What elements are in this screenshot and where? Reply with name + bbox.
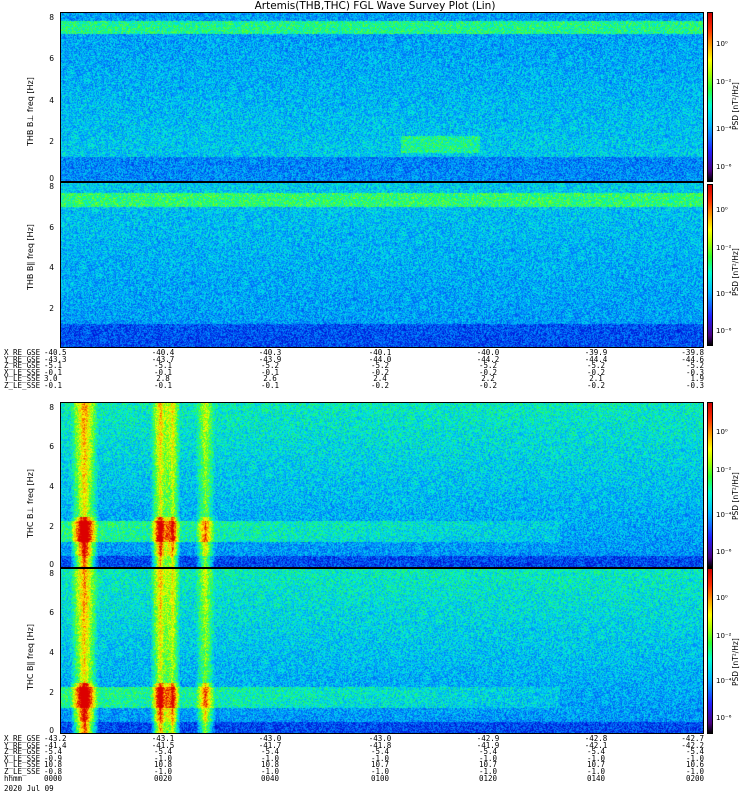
ytick-label: 4 (49, 482, 54, 491)
ytick-label: 0 (49, 560, 54, 569)
ephemeris-row: Z_LE_SSE -0.1 -0.1 -0.1 -0.2 -0.2 -0.2 -0.3 (0, 381, 750, 390)
ephemeris-value: 0120 (478, 773, 498, 783)
ephemeris-value: 0000 (44, 773, 63, 783)
ephemeris-value: 0100 (370, 773, 390, 783)
ytick-label: 2 (49, 304, 54, 313)
ytick-label: 8 (49, 403, 54, 412)
colorbar-tick: 10⁰ (716, 40, 728, 48)
spectrogram-thc-bperp (60, 402, 704, 568)
ytick-label: 2 (49, 688, 54, 697)
colorbar-tick: 10⁻² (716, 244, 732, 252)
colorbar-tick: 10⁻⁴ (716, 290, 732, 298)
y-axis-label: THC B∥ freq [Hz] (26, 624, 35, 690)
colorbar-label: PSD [nT²/Hz] (731, 472, 740, 520)
colorbar-label: PSD [nT²/Hz] (731, 248, 740, 296)
date-label: 2020 Jul 09 (4, 784, 54, 793)
ephemeris-value: -0.2 (370, 381, 390, 390)
ytick-label: 6 (49, 223, 54, 232)
ytick-label: 2 (49, 522, 54, 531)
ephemeris-thc: X_RE_GSE -43.2 -43.1 -43.0 -43.0 -42.9 -42.8 -4… (0, 735, 750, 792)
colorbar-tick: 10⁻² (716, 466, 732, 474)
colorbar (707, 568, 713, 734)
ephemeris-value: -0.3 (685, 381, 704, 390)
colorbar-tick: 10⁻⁴ (716, 677, 732, 685)
colorbar (707, 12, 713, 182)
ytick-label: 4 (49, 648, 54, 657)
y-axis-label: THC B⊥ freq [Hz] (26, 469, 35, 538)
ephemeris-thb: X_RE_GSE -40.5 -40.4 -40.3 -40.1 -40.0 -39.9 -3… (0, 349, 750, 396)
colorbar-tick: 10⁻⁶ (716, 327, 732, 335)
ytick-label: 8 (49, 182, 54, 191)
ephemeris-value: 0040 (260, 773, 280, 783)
ytick-label: 8 (49, 569, 54, 578)
ephemeris-value: -0.2 (478, 381, 498, 390)
colorbar-label: PSD [nT²/Hz] (731, 638, 740, 686)
colorbar-tick: 10⁻⁴ (716, 511, 732, 519)
colorbar-tick: 10⁻⁴ (716, 125, 732, 133)
ephemeris-name: Z_LE_SSE (4, 381, 41, 390)
colorbar-tick: 10⁰ (716, 428, 728, 436)
ephemeris-value: 0020 (153, 773, 173, 783)
ephemeris-value: 0200 (685, 773, 704, 783)
ytick-label: 4 (49, 96, 54, 105)
ephemeris-name: hhmm (4, 773, 23, 783)
y-axis-label: THB B∥ freq [Hz] (26, 224, 35, 290)
colorbar (707, 184, 713, 346)
colorbar-tick: 10⁻² (716, 632, 732, 640)
colorbar-tick: 10⁻⁶ (716, 163, 732, 171)
spectrogram-thb-bperp (60, 12, 704, 182)
ytick-label: 2 (49, 137, 54, 146)
ephemeris-row: hhmm 0000 0020 0040 0100 0120 0140 0200 (0, 773, 750, 783)
page-title: Artemis(THB,THC) FGL Wave Survey Plot (L… (254, 0, 496, 12)
ytick-label: 8 (49, 13, 54, 22)
colorbar-tick: 10⁰ (716, 206, 728, 214)
colorbar-tick: 10⁻² (716, 78, 732, 86)
ephemeris-value: -0.2 (586, 381, 606, 390)
y-axis-label: THB B⊥ freq [Hz] (26, 77, 35, 146)
colorbar-label: PSD [nT²/Hz] (731, 82, 740, 130)
colorbar-tick: 10⁻⁶ (716, 548, 732, 556)
ephemeris-value: -0.1 (44, 381, 63, 390)
ephemeris-value: -0.1 (260, 381, 280, 390)
colorbar-tick: 10⁰ (716, 594, 728, 602)
spectrogram-thc-bpar (60, 568, 704, 734)
colorbar-tick: 10⁻⁶ (716, 714, 732, 722)
ephemeris-value: 0140 (586, 773, 606, 783)
ytick-label: 6 (49, 608, 54, 617)
ephemeris-value: -0.1 (153, 381, 173, 390)
colorbar (707, 402, 713, 568)
ytick-label: 6 (49, 54, 54, 63)
ytick-label: 4 (49, 263, 54, 272)
spectrogram-thb-bpar (60, 182, 704, 348)
ytick-label: 6 (49, 442, 54, 451)
